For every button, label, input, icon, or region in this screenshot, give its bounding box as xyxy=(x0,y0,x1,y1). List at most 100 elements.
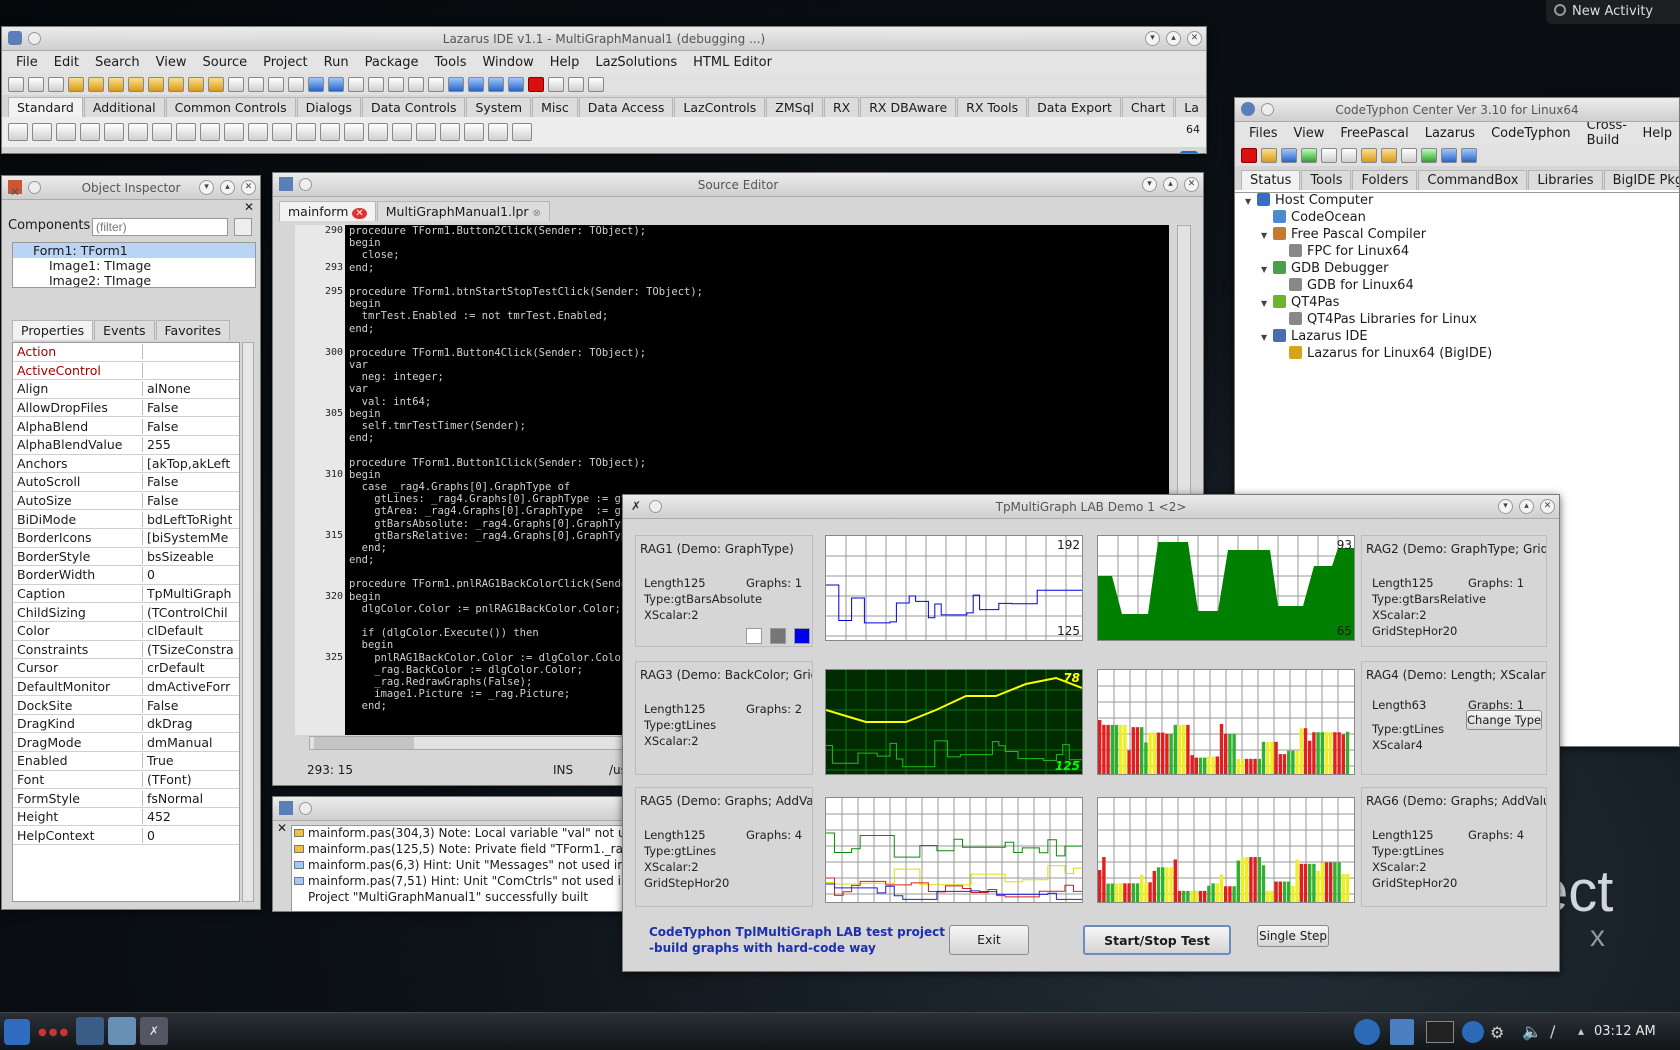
toolbar-button-icon[interactable] xyxy=(108,76,124,92)
property-row[interactable]: DragMode dmManual xyxy=(13,733,239,753)
menu-run[interactable]: Run xyxy=(316,55,357,70)
toolbar-button-icon[interactable] xyxy=(248,76,264,92)
demo-titlebar[interactable]: ✗ TpMultiGraph LAB Demo 1 <2> ▾ ▴ ✕ xyxy=(623,495,1559,519)
change-type-button[interactable]: Change Type xyxy=(1466,710,1542,730)
palette-tab-additional[interactable]: Additional xyxy=(83,97,165,117)
tray-files-icon[interactable] xyxy=(1390,1019,1414,1045)
palette-tab-data-export[interactable]: Data Export xyxy=(1028,97,1121,117)
property-value[interactable]: dkDrag xyxy=(143,716,239,731)
maximize-button[interactable]: ▴ xyxy=(220,180,235,195)
property-value[interactable]: 0 xyxy=(143,828,239,843)
property-row[interactable]: DefaultMonitor dmActiveForr xyxy=(13,678,239,697)
tray-wifi-icon[interactable]: ∕ xyxy=(1550,1022,1555,1041)
tab-project-lpr[interactable]: MultiGraphManual1.lpr ⊗ xyxy=(376,201,550,221)
center-toolbar-icon[interactable] xyxy=(1361,147,1377,163)
property-value[interactable]: crDefault xyxy=(143,660,239,675)
expand-arrow-icon[interactable]: ▼ xyxy=(1261,333,1271,342)
task-demo-icon[interactable]: ✗ xyxy=(140,1017,168,1045)
property-value[interactable]: 0 xyxy=(143,567,239,582)
property-row[interactable]: AllowDropFiles False xyxy=(13,399,239,418)
palette-component-icon[interactable] xyxy=(128,123,148,141)
center-toolbar-icon[interactable] xyxy=(1401,147,1417,163)
tree-item-image2[interactable]: Image2: TImage xyxy=(13,273,255,287)
task-lazarus-icon[interactable] xyxy=(108,1017,136,1045)
palette-component-icon[interactable] xyxy=(320,123,340,141)
source-titlebar[interactable]: Source Editor ▾ ▴ ✕ xyxy=(273,173,1203,197)
menu-package[interactable]: Package xyxy=(357,55,427,70)
property-value[interactable]: False xyxy=(143,493,239,508)
property-row[interactable]: AlphaBlendValue 255 xyxy=(13,436,239,455)
exit-button[interactable]: Exit xyxy=(949,925,1029,955)
palette-component-icon[interactable] xyxy=(8,123,28,141)
kickoff-menu-icon[interactable] xyxy=(4,1019,30,1045)
expand-arrow-icon[interactable]: ▼ xyxy=(1261,265,1271,274)
center-menu-help[interactable]: Help xyxy=(1635,126,1679,141)
toolbar-button-icon[interactable] xyxy=(408,76,424,92)
clock[interactable]: 03:12 AM xyxy=(1594,1024,1656,1039)
graph-rag3[interactable]: 78 125 xyxy=(825,669,1083,775)
property-value[interactable]: False xyxy=(143,474,239,489)
property-row[interactable]: ActiveControl xyxy=(13,362,239,381)
palette-tab-common-controls[interactable]: Common Controls xyxy=(165,97,296,117)
menu-view[interactable]: View xyxy=(148,55,195,70)
property-value[interactable]: alNone xyxy=(143,381,239,396)
property-row[interactable]: Color clDefault xyxy=(13,622,239,641)
property-row[interactable]: FormStyle fsNormal xyxy=(13,789,239,808)
property-row[interactable]: Constraints (TSizeConstra xyxy=(13,641,239,660)
palette-component-icon[interactable] xyxy=(392,123,412,141)
toolbar-button-icon[interactable] xyxy=(548,76,564,92)
message-item[interactable]: mainform.pas(6,3) Hint: Unit "Messages" … xyxy=(292,858,635,874)
maximize-button[interactable]: ▴ xyxy=(1166,31,1181,46)
color-swatch-white[interactable] xyxy=(746,628,762,644)
menu-project[interactable]: Project xyxy=(255,55,315,70)
expand-arrow-icon[interactable]: ▼ xyxy=(1261,299,1271,308)
palette-component-icon[interactable] xyxy=(248,123,268,141)
property-row[interactable]: Action xyxy=(13,343,239,362)
toolbar-button-icon[interactable] xyxy=(128,76,144,92)
toolbar-button-icon[interactable] xyxy=(88,76,104,92)
palette-component-icon[interactable] xyxy=(296,123,316,141)
palette-component-icon[interactable] xyxy=(488,123,508,141)
property-value[interactable]: dmManual xyxy=(143,735,239,750)
maximize-button[interactable]: ▴ xyxy=(1163,177,1178,192)
toolbar-button-icon[interactable] xyxy=(68,76,84,92)
palette-component-icon[interactable] xyxy=(176,123,196,141)
single-step-button[interactable]: Single Step xyxy=(1257,925,1329,947)
pin-button[interactable] xyxy=(649,500,662,513)
expand-arrow-icon[interactable]: ▼ xyxy=(1245,197,1255,206)
property-scrollbar[interactable] xyxy=(242,342,254,902)
property-row[interactable]: Anchors [akTop,akLeft xyxy=(13,455,239,474)
pin-button[interactable] xyxy=(299,802,312,815)
palette-component-icon[interactable] xyxy=(368,123,388,141)
toolbar-button-icon[interactable] xyxy=(228,76,244,92)
center-toolbar-icon[interactable] xyxy=(1341,147,1357,163)
menu-html-editor[interactable]: HTML Editor xyxy=(685,55,780,70)
tree-node[interactable]: CodeOcean xyxy=(1235,210,1679,227)
property-value[interactable]: 452 xyxy=(143,809,239,824)
toolbar-button-icon[interactable] xyxy=(28,76,44,92)
new-activity-button[interactable]: New Activity xyxy=(1546,0,1680,24)
menu-search[interactable]: Search xyxy=(87,55,148,70)
messages-titlebar[interactable] xyxy=(273,797,635,821)
color-swatch-blue[interactable] xyxy=(794,628,810,644)
toolbar-button-icon[interactable] xyxy=(468,76,484,92)
tree-node[interactable]: ▼ Lazarus IDE xyxy=(1235,329,1679,346)
toolbar-button-icon[interactable] xyxy=(388,76,404,92)
property-value[interactable]: bdLeftToRight xyxy=(143,512,239,527)
toolbar-button-icon[interactable] xyxy=(588,76,604,92)
center-toolbar-icon[interactable] xyxy=(1461,147,1477,163)
property-row[interactable]: Align alNone xyxy=(13,380,239,399)
palette-tab-rx[interactable]: RX xyxy=(823,97,860,117)
property-value[interactable]: clDefault xyxy=(143,623,239,638)
graph-rag2[interactable]: 93 65 xyxy=(1097,535,1355,641)
filter-clear-icon[interactable] xyxy=(234,218,252,236)
toolbar-button-icon[interactable] xyxy=(168,76,184,92)
property-value[interactable]: False xyxy=(143,698,239,713)
color-swatch-gray[interactable] xyxy=(770,628,786,644)
minimize-button[interactable]: ▾ xyxy=(199,180,214,195)
message-item[interactable]: Project "MultiGraphManual1" successfully… xyxy=(292,890,635,906)
property-row[interactable]: DockSite False xyxy=(13,696,239,715)
property-value[interactable]: False xyxy=(143,419,239,434)
minimize-button[interactable]: ▾ xyxy=(1498,499,1513,514)
center-toolbar-icon[interactable] xyxy=(1441,147,1457,163)
